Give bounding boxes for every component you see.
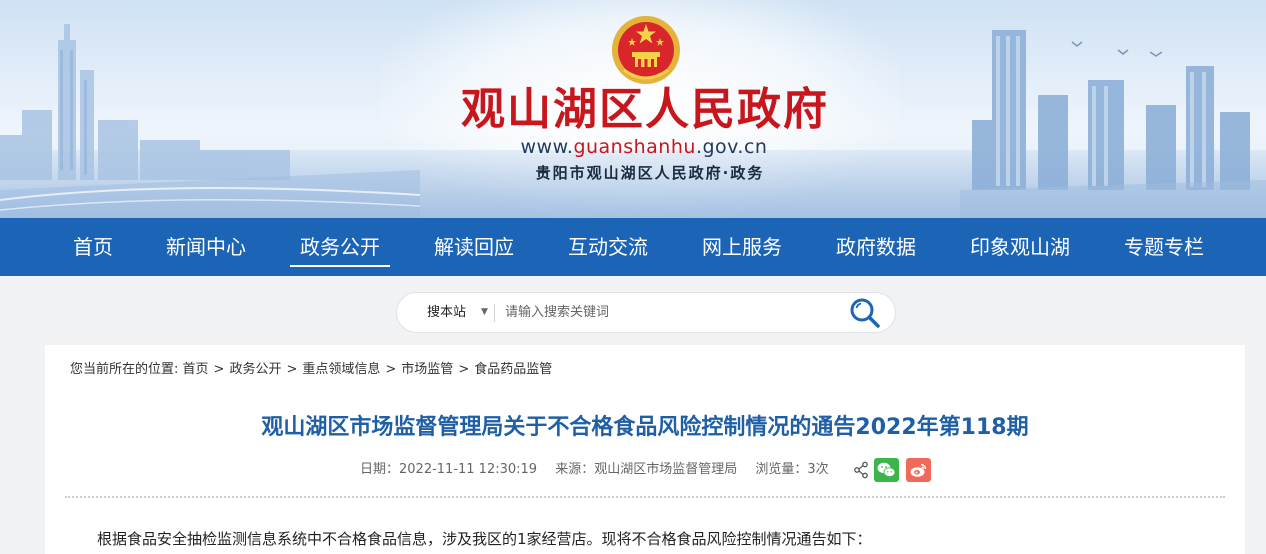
breadcrumb-item-gov-affairs[interactable]: 政务公开	[229, 362, 281, 377]
breadcrumb-separator: >	[286, 362, 298, 377]
nav-item-online-service[interactable]: 网上服务	[701, 218, 783, 276]
national-emblem-icon	[612, 16, 680, 84]
article-views: 浏览量：3次	[755, 462, 829, 477]
nav-item-interaction[interactable]: 互动交流	[567, 218, 649, 276]
breadcrumb-item-home[interactable]: 首页	[183, 362, 209, 377]
breadcrumb-item-food-drug[interactable]: 食品药品监管	[474, 362, 552, 377]
wechat-share-button[interactable]	[874, 458, 899, 482]
city-skyline-left	[0, 24, 420, 218]
main-nav: 首页 新闻中心 政务公开 解读回应 互动交流 网上服务 政府数据 印象观山湖 专…	[0, 218, 1266, 276]
breadcrumb-item-market-supervision[interactable]: 市场监管	[401, 362, 453, 377]
site-url: www.guanshanhu.gov.cn	[494, 136, 794, 158]
wechat-icon	[877, 462, 896, 477]
header-banner: 观山湖区人民政府 www.guanshanhu.gov.cn 贵阳市观山湖区人民…	[0, 0, 1266, 218]
article-body-paragraph: 根据食品安全抽检监测信息系统中不合格食品信息，涉及我区的1家经营店。现将不合格食…	[97, 530, 872, 548]
weibo-share-button[interactable]	[906, 458, 931, 482]
breadcrumb-separator: >	[213, 362, 225, 377]
nav-item-impression[interactable]: 印象观山湖	[969, 218, 1071, 276]
site-url-prefix: www.	[520, 136, 574, 158]
chevron-down-icon[interactable]: ▼	[481, 293, 488, 332]
breadcrumb-item-key-areas[interactable]: 重点领域信息	[302, 362, 380, 377]
search-divider	[494, 304, 495, 322]
article-title: 观山湖区市场监督管理局关于不合格食品风险控制情况的通告2022年第118期	[261, 415, 1029, 440]
site-subtitle: 贵阳市观山湖区人民政府·政务	[535, 164, 765, 182]
nav-item-special-topics[interactable]: 专题专栏	[1123, 218, 1205, 276]
breadcrumb-prefix: 您当前所在的位置:	[70, 362, 179, 377]
nav-item-home[interactable]: 首页	[72, 218, 114, 276]
nav-item-news[interactable]: 新闻中心	[165, 218, 247, 276]
article-date: 日期：2022-11-11 12:30:19	[360, 462, 538, 477]
article-meta: 日期：2022-11-11 12:30:19 来源：观山湖区市场监督管理局 浏览…	[360, 459, 843, 481]
site-url-domain: guanshanhu	[573, 136, 696, 158]
breadcrumb-separator: >	[385, 362, 397, 377]
breadcrumb-separator: >	[458, 362, 470, 377]
divider	[65, 496, 1225, 498]
article-panel: 您当前所在的位置: 首页 > 政务公开 > 重点领域信息 > 市场监管 > 食品药品监管 观山湖…	[45, 345, 1245, 554]
nav-item-interpretation[interactable]: 解读回应	[433, 218, 515, 276]
nav-item-gov-affairs[interactable]: 政务公开	[290, 218, 390, 276]
article-source: 来源：观山湖区市场监督管理局	[555, 462, 738, 477]
nav-item-gov-data[interactable]: 政府数据	[835, 218, 917, 276]
search-bar: 搜本站 ▼	[396, 292, 896, 333]
search-icon[interactable]	[847, 295, 883, 331]
breadcrumb: 您当前所在的位置: 首页 > 政务公开 > 重点领域信息 > 市场监管 > 食品药品监管	[70, 360, 552, 380]
site-url-suffix: .gov.cn	[695, 136, 768, 158]
search-scope-select[interactable]: 搜本站	[427, 293, 466, 332]
city-skyline-right	[960, 30, 1266, 218]
search-input[interactable]	[505, 299, 825, 326]
weibo-icon	[910, 463, 927, 477]
share-icon[interactable]	[854, 461, 868, 479]
site-title: 观山湖区人民政府	[461, 84, 829, 135]
